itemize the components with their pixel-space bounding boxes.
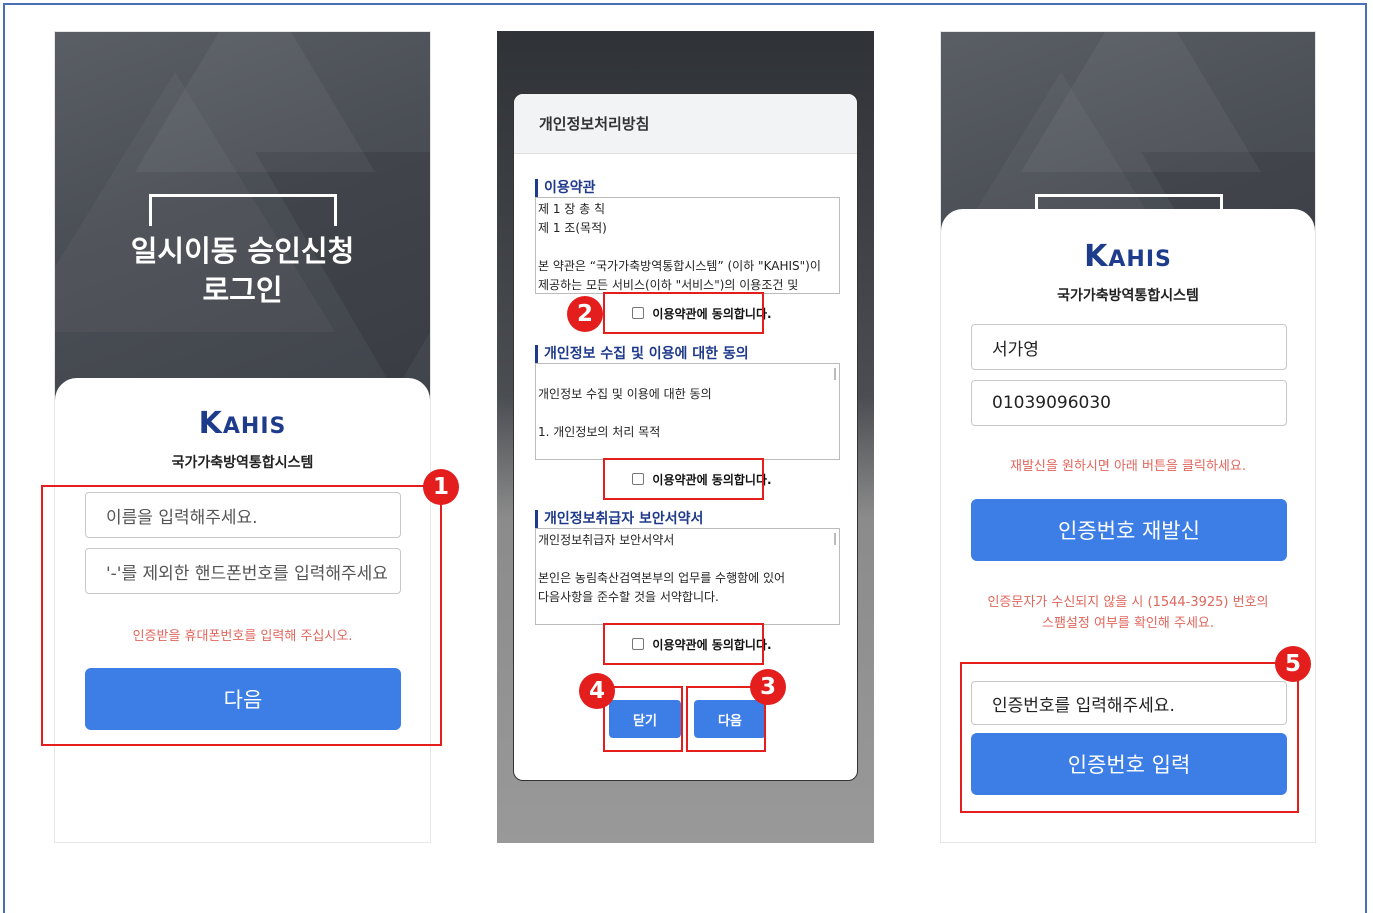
highlight-box-5 — [960, 662, 1299, 813]
highlight-box-2b — [603, 458, 764, 500]
page-title: 일시이동 승인신청 로그인 — [130, 234, 355, 307]
kahis-logo: KAHIS — [1084, 239, 1172, 274]
modal-title: 개인정보처리방침 — [514, 94, 857, 154]
resend-code-button[interactable]: 인증번호 재발신 — [971, 499, 1287, 561]
org-name: 국가가축방역통합시스템 — [1057, 288, 1199, 304]
section-title-privacy-collection: 개인정보 수집 및 이용에 대한 동의 — [535, 345, 749, 363]
highlight-box-2 — [603, 292, 764, 334]
step-badge-5: 5 — [1275, 646, 1311, 682]
phone-field[interactable]: 01039096030 — [971, 380, 1287, 426]
terms-textarea[interactable]: 제 1 장 총 칙 제 1 조(목적) 본 약관은 “국가가축방역통합시스템” … — [535, 197, 840, 294]
security-pledge-textarea[interactable]: 개인정보취급자 보안서약서 본인은 농림축산검역본부의 업무를 수행함에 있어 … — [535, 528, 840, 625]
resend-notice: 재발신을 원하시면 아래 버튼을 클릭하세요. — [1010, 459, 1246, 474]
privacy-modal: 개인정보처리방침 이용약관 제 1 장 총 칙 제 1 조(목적) 본 약관은 … — [513, 93, 858, 781]
highlight-box-4 — [603, 686, 683, 752]
org-name: 국가가축방역통합시스템 — [171, 455, 314, 471]
step-badge-2: 2 — [567, 296, 603, 332]
highlight-box-2c — [603, 623, 764, 665]
name-field[interactable]: 서가영 — [971, 324, 1287, 370]
kahis-logo: KAHIS — [198, 406, 287, 441]
section-title-terms: 이용약관 — [535, 179, 596, 197]
step-badge-1: 1 — [423, 469, 459, 505]
title-bracket-decoration — [149, 194, 337, 226]
step-badge-4: 4 — [579, 673, 615, 709]
highlight-box-1 — [41, 485, 442, 746]
step-badge-3: 3 — [750, 669, 786, 705]
privacy-collection-textarea[interactable]: 개인정보 수집 및 이용에 대한 동의 1. 개인정보의 처리 목적 — [535, 363, 840, 460]
spam-notice: 인증문자가 수신되지 않을 시 (1544-3925) 번호의 스팸설정 여부를… — [987, 595, 1269, 631]
section-title-security-pledge: 개인정보취급자 보안서약서 — [535, 510, 703, 528]
